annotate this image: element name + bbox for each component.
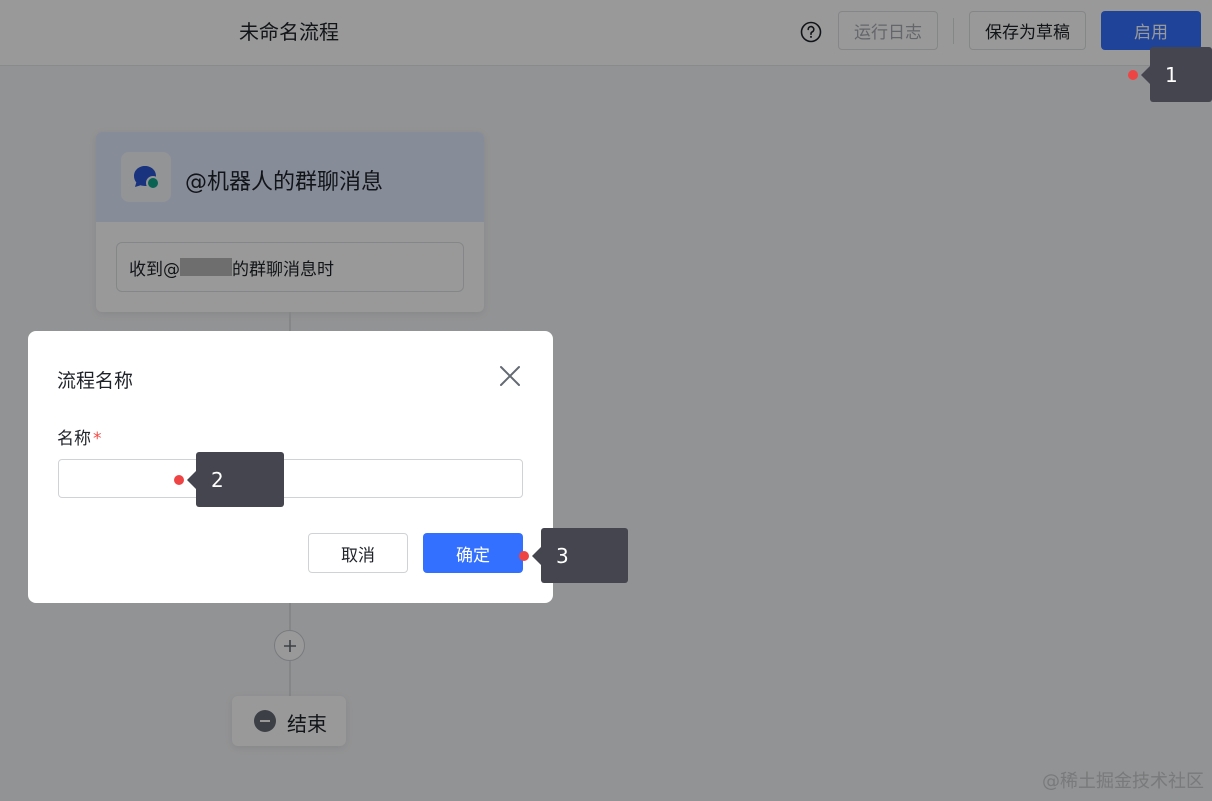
flow-name-dialog: 流程名称 名称 * 取消 确定 [28, 331, 553, 603]
name-field-label-text: 名称 [57, 429, 91, 449]
annotation-tag-1: 1 [1141, 47, 1212, 102]
annotation-dot [174, 475, 184, 485]
annotation-dot [519, 551, 529, 561]
flow-name-input[interactable] [58, 459, 523, 498]
close-icon[interactable] [498, 364, 522, 388]
annotation-tag-3: 3 [532, 528, 628, 583]
name-field-label: 名称 * [57, 424, 102, 449]
annotation-tag-2: 2 [187, 452, 284, 507]
required-mark: * [93, 429, 102, 449]
cancel-button[interactable]: 取消 [308, 533, 408, 573]
confirm-button[interactable]: 确定 [423, 533, 523, 573]
annotation-dot [1128, 70, 1138, 80]
dialog-title: 流程名称 [57, 370, 134, 392]
